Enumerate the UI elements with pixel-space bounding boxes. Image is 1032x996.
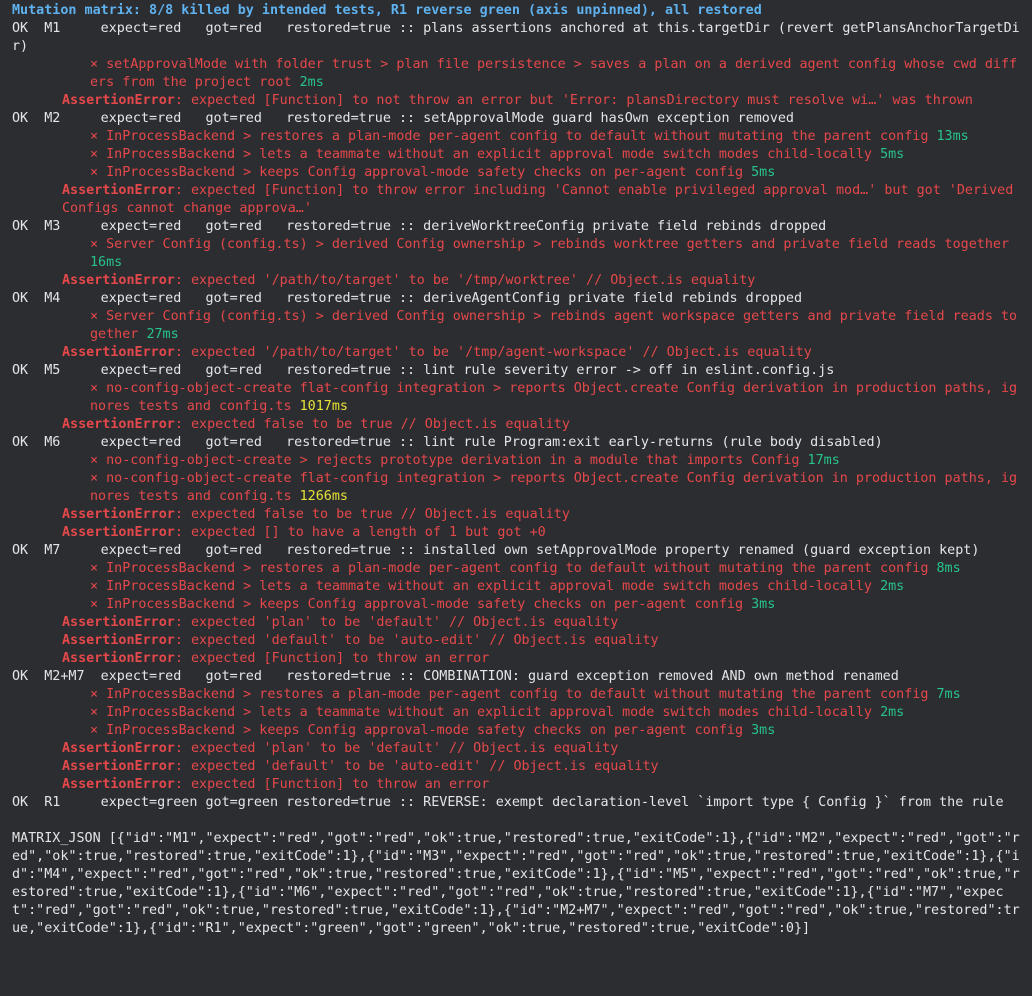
result-line: OK M2+M7 expect=red got=red restored=tru… [12, 669, 899, 684]
assertion-error-message: : expected 'plan' to be 'default' // Obj… [174, 741, 619, 756]
test-duration: 16ms [90, 255, 123, 270]
terminal-output[interactable]: Mutation matrix: 8/8 killed by intended … [0, 0, 1022, 938]
assertion-error-line: AssertionError: expected [Function] to t… [12, 650, 1022, 668]
assertion-error-label: AssertionError [62, 345, 175, 360]
assertion-error-label: AssertionError [62, 93, 175, 108]
failed-test-line: × no-config-object-create flat-config in… [12, 380, 1022, 416]
failed-test-line: × InProcessBackend > restores a plan-mod… [12, 128, 1022, 146]
test-duration: 5ms [880, 147, 905, 162]
assertion-error-line: AssertionError: expected '/path/to/targe… [12, 344, 1022, 362]
assertion-error-message: : expected 'default' to be 'auto-edit' /… [174, 633, 659, 648]
result-line: MATRIX_JSON [{"id":"M1","expect":"red","… [12, 831, 1020, 936]
assertion-error-message: : expected [Function] to not throw an er… [174, 93, 973, 108]
assertion-error-label: AssertionError [62, 525, 175, 540]
result-line: OK R1 expect=green got=green restored=tr… [12, 795, 1004, 810]
assertion-error-line: AssertionError: expected 'default' to be… [12, 632, 1022, 650]
assertion-error-line: AssertionError: expected '/path/to/targe… [12, 272, 1022, 290]
failed-test-line: × InProcessBackend > keeps Config approv… [12, 722, 1022, 740]
assertion-error-label: AssertionError [62, 615, 175, 630]
assertion-error-message: : expected '/path/to/target' to be '/tmp… [174, 345, 812, 360]
assertion-error-line: AssertionError: expected 'plan' to be 'd… [12, 740, 1022, 758]
assertion-error-label: AssertionError [62, 417, 175, 432]
test-duration: 3ms [751, 723, 776, 738]
failed-test-line: × InProcessBackend > lets a teammate wit… [12, 704, 1022, 722]
assertion-error-label: AssertionError [62, 759, 175, 774]
assertion-error-line: AssertionError: expected [Function] to n… [12, 92, 1022, 110]
assertion-error-line: AssertionError: expected [] to have a le… [12, 524, 1022, 542]
assertion-error-message: : expected [Function] to throw an error [174, 777, 490, 792]
failed-test-name: × no-config-object-create flat-config in… [90, 471, 1018, 504]
test-duration: 3ms [751, 597, 776, 612]
failed-test-name: × InProcessBackend > restores a plan-mod… [90, 687, 929, 702]
test-duration: 13ms [936, 129, 969, 144]
assertion-error-message: : expected 'plan' to be 'default' // Obj… [174, 615, 619, 630]
test-duration: 8ms [936, 561, 961, 576]
assertion-error-label: AssertionError [62, 507, 175, 522]
assertion-error-label: AssertionError [62, 777, 175, 792]
failed-test-name: × InProcessBackend > lets a teammate wit… [90, 705, 872, 720]
assertion-error-message: : expected [] to have a length of 1 but … [174, 525, 546, 540]
result-line: OK M6 expect=red got=red restored=true :… [12, 435, 883, 450]
failed-test-name: × Server Config (config.ts) > derived Co… [90, 309, 1018, 342]
failed-test-name: × InProcessBackend > lets a teammate wit… [90, 147, 872, 162]
failed-test-line: × Server Config (config.ts) > derived Co… [12, 308, 1022, 344]
assertion-error-label: AssertionError [62, 741, 175, 756]
failed-test-name: × no-config-object-create flat-config in… [90, 381, 1018, 414]
failed-test-line: × no-config-object-create > rejects prot… [12, 452, 1022, 470]
failed-test-name: × InProcessBackend > lets a teammate wit… [90, 579, 872, 594]
failed-test-line: × no-config-object-create flat-config in… [12, 470, 1022, 506]
test-duration: 1017ms [299, 399, 348, 414]
assertion-error-line: AssertionError: expected 'default' to be… [12, 758, 1022, 776]
test-duration: 27ms [146, 327, 179, 342]
failed-test-line: × InProcessBackend > restores a plan-mod… [12, 560, 1022, 578]
test-duration: 5ms [751, 165, 776, 180]
assertion-error-message: : expected '/path/to/target' to be '/tmp… [174, 273, 756, 288]
test-duration: 2ms [880, 705, 905, 720]
assertion-error-label: AssertionError [62, 651, 175, 666]
failed-test-line: × InProcessBackend > keeps Config approv… [12, 596, 1022, 614]
failed-test-line: × InProcessBackend > lets a teammate wit… [12, 146, 1022, 164]
assertion-error-line: AssertionError: expected false to be tru… [12, 416, 1022, 434]
test-duration: 17ms [807, 453, 840, 468]
result-line: OK M4 expect=red got=red restored=true :… [12, 291, 803, 306]
failed-test-line: × InProcessBackend > lets a teammate wit… [12, 578, 1022, 596]
failed-test-line: × Server Config (config.ts) > derived Co… [12, 236, 1022, 272]
failed-test-name: × InProcessBackend > keeps Config approv… [90, 597, 744, 612]
failed-test-name: × InProcessBackend > restores a plan-mod… [90, 129, 929, 144]
test-duration: 1266ms [299, 489, 348, 504]
failed-test-name: × InProcessBackend > restores a plan-mod… [90, 561, 929, 576]
assertion-error-message: : expected false to be true // Object.is… [174, 507, 570, 522]
assertion-error-message: : expected [Function] to throw an error [174, 651, 490, 666]
test-duration: 7ms [936, 687, 961, 702]
failed-test-name: × setApprovalMode with folder trust > pl… [90, 57, 1018, 90]
assertion-error-label: AssertionError [62, 633, 175, 648]
result-line: OK M2 expect=red got=red restored=true :… [12, 111, 794, 126]
result-line: OK M3 expect=red got=red restored=true :… [12, 219, 827, 234]
failed-test-name: × Server Config (config.ts) > derived Co… [90, 237, 1010, 252]
failed-test-line: × setApprovalMode with folder trust > pl… [12, 56, 1022, 92]
terminal-lines: OK M1 expect=red got=red restored=true :… [12, 20, 1022, 938]
failed-test-line: × InProcessBackend > keeps Config approv… [12, 164, 1022, 182]
assertion-error-message: : expected [Function] to throw error inc… [62, 183, 1022, 216]
assertion-error-message: : expected false to be true // Object.is… [174, 417, 570, 432]
assertion-error-line: AssertionError: expected false to be tru… [12, 506, 1022, 524]
assertion-error-label: AssertionError [62, 273, 175, 288]
assertion-error-line: AssertionError: expected 'plan' to be 'd… [12, 614, 1022, 632]
assertion-error-line: AssertionError: expected [Function] to t… [12, 776, 1022, 794]
failed-test-line: × InProcessBackend > restores a plan-mod… [12, 686, 1022, 704]
result-line: OK M5 expect=red got=red restored=true :… [12, 363, 835, 378]
assertion-error-line: AssertionError: expected [Function] to t… [12, 182, 1022, 218]
failed-test-name: × InProcessBackend > keeps Config approv… [90, 165, 744, 180]
result-line: OK M7 expect=red got=red restored=true :… [12, 543, 980, 558]
matrix-header: Mutation matrix: 8/8 killed by intended … [12, 3, 762, 18]
assertion-error-label: AssertionError [62, 183, 175, 198]
result-line: OK M1 expect=red got=red restored=true :… [12, 21, 1020, 54]
assertion-error-message: : expected 'default' to be 'auto-edit' /… [174, 759, 659, 774]
failed-test-name: × InProcessBackend > keeps Config approv… [90, 723, 744, 738]
test-duration: 2ms [880, 579, 905, 594]
failed-test-name: × no-config-object-create > rejects prot… [90, 453, 800, 468]
test-duration: 2ms [299, 75, 324, 90]
